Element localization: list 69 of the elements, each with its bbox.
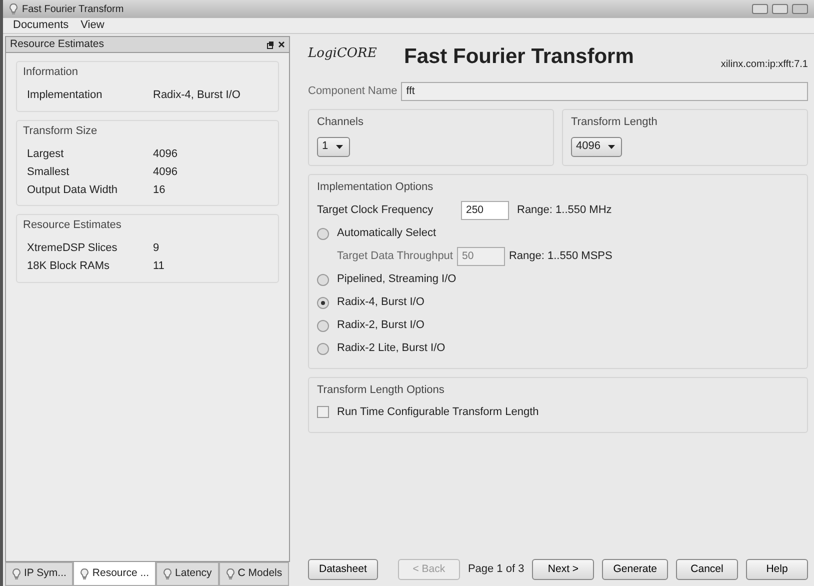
field-label: Largest <box>27 146 65 162</box>
lightbulb-icon <box>163 568 172 580</box>
lightbulb-icon <box>12 568 21 580</box>
field-value: 9 <box>153 241 160 256</box>
clock-frequency-field[interactable]: 250 <box>461 201 509 220</box>
panel-tab[interactable]: IP Sym... <box>5 562 74 586</box>
option-label: Pipelined, Streaming I/O <box>337 272 456 288</box>
component-name-field[interactable]: fft <box>401 82 808 101</box>
menu-item[interactable]: View <box>80 17 104 34</box>
radio-button[interactable] <box>317 228 329 240</box>
radio-button[interactable] <box>317 320 329 332</box>
radio-button[interactable] <box>317 274 329 286</box>
option-label: Radix-2 Lite, Burst I/O <box>337 341 446 356</box>
lightbulb-icon <box>80 568 90 580</box>
close-button[interactable] <box>792 4 808 14</box>
field-value: Radix-4, Burst I/O <box>153 88 240 104</box>
group-title: Transform Size <box>23 124 98 138</box>
checkbox-label: Run Time Configurable Transform Length <box>337 404 539 420</box>
logo: LogiCORE <box>308 45 378 63</box>
checkbox[interactable] <box>317 406 329 418</box>
field-value: 4096 <box>153 146 178 162</box>
page-indicator: Page 1 of 3 <box>468 562 524 578</box>
group-title: Channels <box>317 115 364 130</box>
panel-tab[interactable]: Latency <box>156 562 219 586</box>
caret-icon <box>608 144 616 148</box>
field-label: Target Clock Frequency <box>317 203 434 218</box>
wizard-button[interactable]: Generate <box>602 559 668 580</box>
option-label: Radix-4, Burst I/O <box>337 295 424 310</box>
group-title: Transform Length Options <box>317 383 446 398</box>
range-label: Range: 1..550 MSPS <box>508 249 612 264</box>
group-title: Information <box>23 65 80 80</box>
panel-title: Resource Estimates <box>10 36 104 52</box>
option-label: Radix-2, Burst I/O <box>337 318 424 334</box>
wizard-button[interactable]: Cancel <box>676 559 738 580</box>
panel-tab[interactable]: Resource ... <box>73 562 156 586</box>
field-label: Implementation <box>27 88 104 104</box>
maximize-button[interactable] <box>772 4 788 14</box>
group-title: Transform Length <box>571 115 658 130</box>
lightbulb-icon <box>9 3 18 15</box>
menu-item[interactable]: Documents <box>13 17 69 34</box>
range-label: Range: 1..550 MHz <box>517 203 612 218</box>
group-title: Implementation Options <box>317 180 434 194</box>
radio-button[interactable] <box>317 296 329 308</box>
option-label: Automatically Select <box>337 226 436 242</box>
caret-icon <box>336 144 344 148</box>
panel-tab[interactable]: C Models <box>218 562 290 586</box>
close-icon[interactable] <box>278 41 285 48</box>
field-label: 18K Block RAMs <box>27 259 111 274</box>
window-title: Fast Fourier Transform <box>22 2 124 16</box>
field-label: Target Data Throughput <box>337 249 453 264</box>
field-value: 16 <box>153 182 166 198</box>
field-value: 4096 <box>153 164 178 180</box>
ip-identifier: xilinx.com:ip:xfft:7.1 <box>720 58 808 72</box>
lightbulb-icon <box>226 568 235 580</box>
page-title: Fast Fourier Transform <box>404 44 634 70</box>
dropdown[interactable]: 1 <box>317 136 350 156</box>
wizard-button[interactable]: Next > <box>532 559 594 580</box>
field-label: XtremeDSP Slices <box>27 241 118 256</box>
field-label: Smallest <box>27 164 70 180</box>
radio-button[interactable] <box>317 342 329 354</box>
field-value: 11 <box>153 259 164 274</box>
field-label: Component Name <box>308 84 398 100</box>
group-title: Resource Estimates <box>23 218 122 233</box>
window-float-icon[interactable] <box>267 40 274 48</box>
minimize-button[interactable] <box>752 4 768 14</box>
datasheet-button[interactable]: Datasheet <box>308 559 378 580</box>
field-label: Output Data Width <box>27 182 118 198</box>
wizard-button[interactable]: Help <box>746 559 808 580</box>
dropdown[interactable]: 4096 <box>571 136 622 156</box>
